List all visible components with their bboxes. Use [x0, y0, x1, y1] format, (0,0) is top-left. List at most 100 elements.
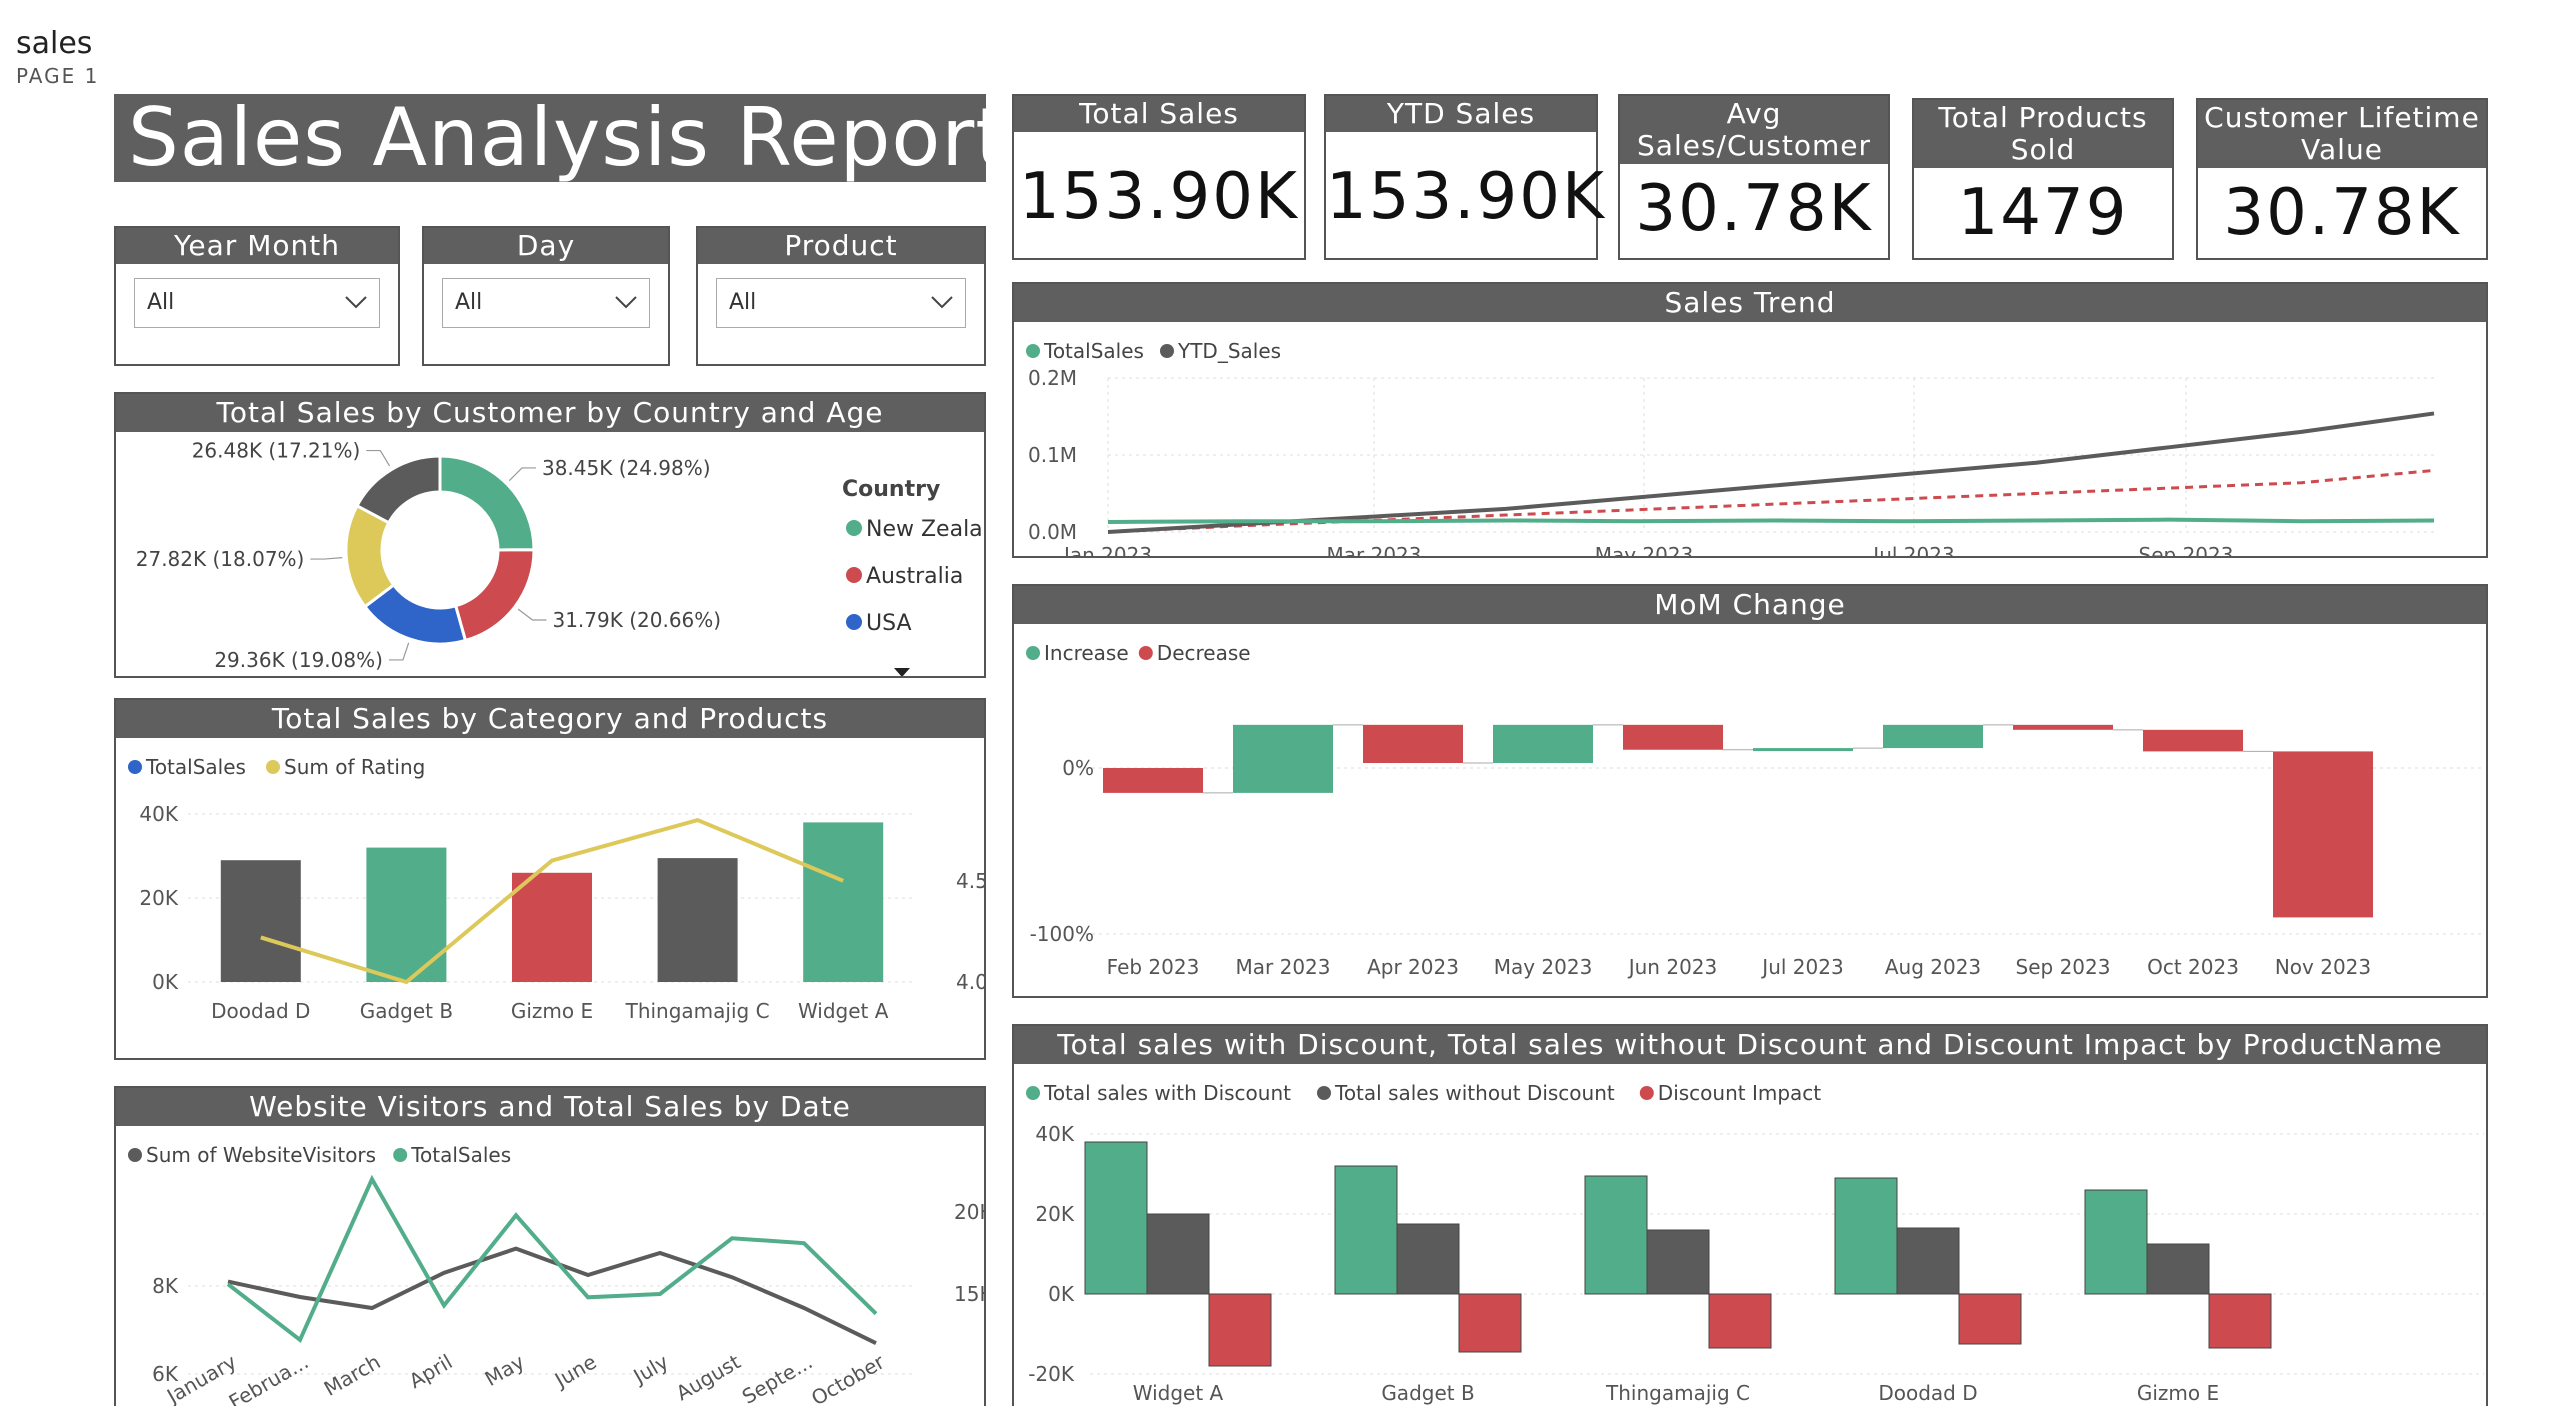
- waterfall-bar: [1753, 748, 1853, 752]
- x-tick-label: Septe...: [738, 1350, 817, 1406]
- mom-chart[interactable]: Increase Decrease 0% -100% Feb 2023 Mar 2023 A…: [1014, 624, 2486, 996]
- leader-line: [508, 467, 536, 482]
- kpi-label: Total Products Sold: [1914, 100, 2172, 168]
- donut-data-label: 38.45K (24.98%): [542, 456, 711, 480]
- day-dropdown[interactable]: All: [442, 278, 650, 328]
- visual-title: Sales Trend: [1014, 284, 2486, 322]
- y-tick-label: 8K: [152, 1274, 179, 1298]
- donut-slice: [355, 454, 442, 525]
- x-tick-label: Thingamajig C: [625, 999, 770, 1023]
- waterfall-bar: [2273, 751, 2373, 918]
- kpi-total-products-sold: Total Products Sold 1479: [1912, 98, 2174, 260]
- bar: [2146, 1243, 2210, 1295]
- dropdown-value: All: [147, 290, 175, 315]
- legend-label: Sum of Rating: [284, 755, 425, 779]
- trend-chart[interactable]: TotalSales YTD_Sales 0.2M 0.1M 0.0MJan 2023 M…: [1014, 322, 2486, 567]
- waterfall-bar: [1363, 724, 1463, 764]
- y2-tick-label: 15K: [954, 1282, 984, 1306]
- x-tick-label: Sep 2023: [2016, 955, 2111, 979]
- discount-chart[interactable]: Total sales with Discount Total sales wit…: [1014, 1064, 2486, 1406]
- x-tick-label: Feb 2023: [1107, 955, 1200, 979]
- x-tick-label: Gizmo E: [2137, 1381, 2219, 1405]
- bar: [1084, 1141, 1148, 1295]
- sales-line: [226, 1174, 878, 1344]
- legend-marker: [1138, 646, 1153, 660]
- bar: [1146, 1213, 1210, 1295]
- year-month-dropdown[interactable]: All: [134, 278, 380, 328]
- kpi-value: 1479: [1957, 176, 2129, 250]
- x-tick-label: Gizmo E: [511, 999, 593, 1023]
- y-tick-label: 0.1M: [1028, 443, 1077, 467]
- x-tick-label: Apr 2023: [1367, 955, 1459, 979]
- visual-sales-trend: Sales Trend TotalSales YTD_Sales 0.2M 0.1M 0…: [1012, 282, 2488, 567]
- bar: [1458, 1293, 1522, 1353]
- kpi-label: Total Sales: [1014, 96, 1304, 132]
- x-tick-label: Widget A: [798, 999, 889, 1023]
- bar: [1396, 1223, 1460, 1295]
- bar: [657, 858, 738, 982]
- legend-marker: [1639, 1086, 1654, 1100]
- y2-tick-label: 20K: [954, 1200, 984, 1224]
- product-dropdown[interactable]: All: [716, 278, 966, 328]
- leader-line: [388, 642, 410, 661]
- bar: [1708, 1293, 1772, 1349]
- bar: [1208, 1293, 1272, 1367]
- legend-label: TotalSales: [145, 755, 246, 779]
- x-tick-label: Doodad D: [1878, 1381, 1977, 1405]
- bar: [2208, 1293, 2272, 1349]
- legend-marker: [266, 760, 280, 774]
- y-tick-label: 0%: [1062, 756, 1094, 780]
- donut-slice: [453, 548, 536, 643]
- visitors-chart[interactable]: Sum of WebsiteVisitorsTotalSales8K6K20K1…: [116, 1126, 993, 1410]
- donut-chart[interactable]: 38.45K (24.98%) 31.79K (20.66%) 29.36K (19…: [116, 432, 1011, 677]
- visual-sales-by-country: Total Sales by Customer by Country and A…: [114, 392, 1011, 678]
- legend-label: Total sales with Discount: [1043, 1081, 1291, 1105]
- y-tick-label: 0.2M: [1028, 366, 1077, 390]
- bar: [2084, 1189, 2148, 1295]
- x-tick-label: Jul 2023: [1760, 955, 1843, 979]
- y-tick-label: 40K: [1035, 1122, 1074, 1146]
- legend-marker: [128, 760, 142, 774]
- x-tick-label: Widget A: [1133, 1381, 1224, 1405]
- kpi-value: 30.78K: [1635, 172, 1873, 246]
- x-tick-label: Gadget B: [360, 999, 453, 1023]
- visual-title: Total sales with Discount, Total sales w…: [1014, 1026, 2486, 1064]
- visual-title: Total Sales by Customer by Country and A…: [116, 394, 984, 432]
- x-tick-label: Gadget B: [1381, 1381, 1474, 1405]
- kpi-total-sales: Total Sales 153.90K: [1012, 94, 1306, 260]
- slicer-label: Day: [424, 228, 668, 264]
- chevron-down-icon: [931, 296, 953, 309]
- x-tick-label: Oct 2023: [2147, 955, 2239, 979]
- total-sales-line: [1107, 517, 2435, 524]
- y-tick-label: 0K: [152, 970, 179, 994]
- kpi-label: Avg Sales/Customer: [1620, 96, 1888, 164]
- legend-label: TotalSales: [1043, 339, 1144, 363]
- legend-marker: [1026, 344, 1040, 358]
- x-tick-label: Mar 2023: [1236, 955, 1331, 979]
- bar: [1896, 1227, 1960, 1295]
- slicer-product: Product All: [696, 226, 986, 366]
- ytd-sales-line: [1107, 411, 2435, 534]
- legend-label: Australia: [866, 564, 963, 589]
- legend-marker: [846, 614, 862, 630]
- kpi-label: Customer Lifetime Value: [2198, 100, 2486, 168]
- legend-marker: [393, 1148, 408, 1162]
- x-tick-label: Doodad D: [211, 999, 310, 1023]
- y-tick-label: 20K: [139, 886, 178, 910]
- kpi-value: 153.90K: [1326, 160, 1606, 234]
- x-tick-label: Jul 2023: [1871, 543, 1954, 556]
- legend-marker: [846, 520, 862, 536]
- bar: [1646, 1229, 1710, 1295]
- donut-data-label: 27.82K (18.07%): [136, 547, 305, 571]
- chevron-down-icon: [615, 296, 637, 309]
- legend-label: USA: [866, 611, 912, 636]
- x-tick-label: Mar 2023: [1327, 543, 1422, 556]
- legend-label: TotalSales: [410, 1143, 511, 1167]
- x-tick-label: August: [672, 1349, 745, 1405]
- y-tick-label: -20K: [1028, 1362, 1075, 1386]
- legend-label: New Zealand: [866, 517, 984, 542]
- kpi-customer-lifetime-value: Customer Lifetime Value 30.78K: [2196, 98, 2488, 260]
- category-chart[interactable]: TotalSales Sum of Rating 40K 20K 0K 4.5 4.0 Doo…: [116, 738, 988, 1058]
- legend-marker: [1026, 646, 1040, 660]
- donut-data-label: 31.79K (20.66%): [552, 608, 721, 632]
